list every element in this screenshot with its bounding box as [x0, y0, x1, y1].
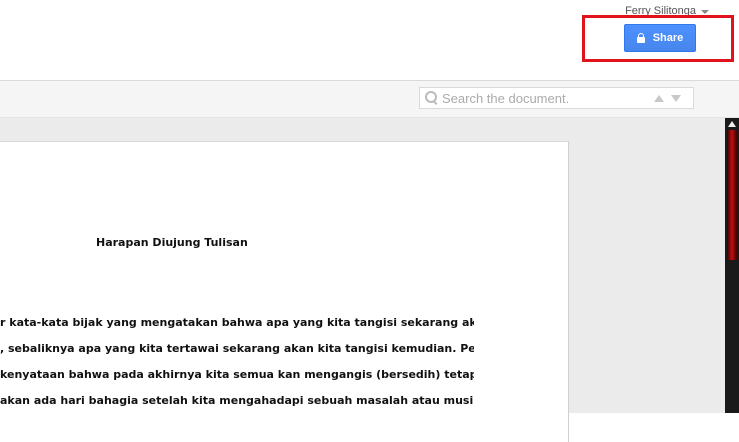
document-paragraph: r kata-kata bijak yang mengatakan bahwa …	[0, 316, 474, 420]
chevron-down-icon	[701, 10, 709, 14]
scroll-up-icon[interactable]	[728, 121, 736, 127]
paragraph-line: akan ada hari bahagia setelah kita menga…	[0, 394, 474, 407]
share-label: Share	[652, 32, 684, 44]
search-box	[419, 87, 694, 109]
document-title: Harapan Diujung Tulisan	[96, 236, 248, 249]
next-result-icon[interactable]	[671, 94, 681, 102]
viewer-toolbar	[0, 81, 739, 118]
app-header: Ferry Silitonga Share	[0, 0, 739, 81]
share-button[interactable]: Share	[624, 24, 696, 52]
scrollbar-thumb[interactable]	[727, 130, 737, 260]
document-page: Harapan Diujung Tulisan r kata-kata bija…	[0, 141, 569, 442]
search-input[interactable]	[442, 90, 647, 106]
vertical-scrollbar[interactable]	[725, 118, 739, 413]
lock-icon	[636, 33, 645, 43]
paragraph-line: kenyataan bahwa pada akhirnya kita semua…	[0, 368, 474, 381]
paragraph-line: , sebaliknya apa yang kita tertawai seka…	[0, 342, 474, 355]
document-viewport[interactable]: Harapan Diujung Tulisan r kata-kata bija…	[0, 118, 725, 442]
paragraph-line: r kata-kata bijak yang mengatakan bahwa …	[0, 316, 474, 329]
search-icon	[425, 91, 439, 105]
previous-result-icon[interactable]	[654, 94, 664, 102]
